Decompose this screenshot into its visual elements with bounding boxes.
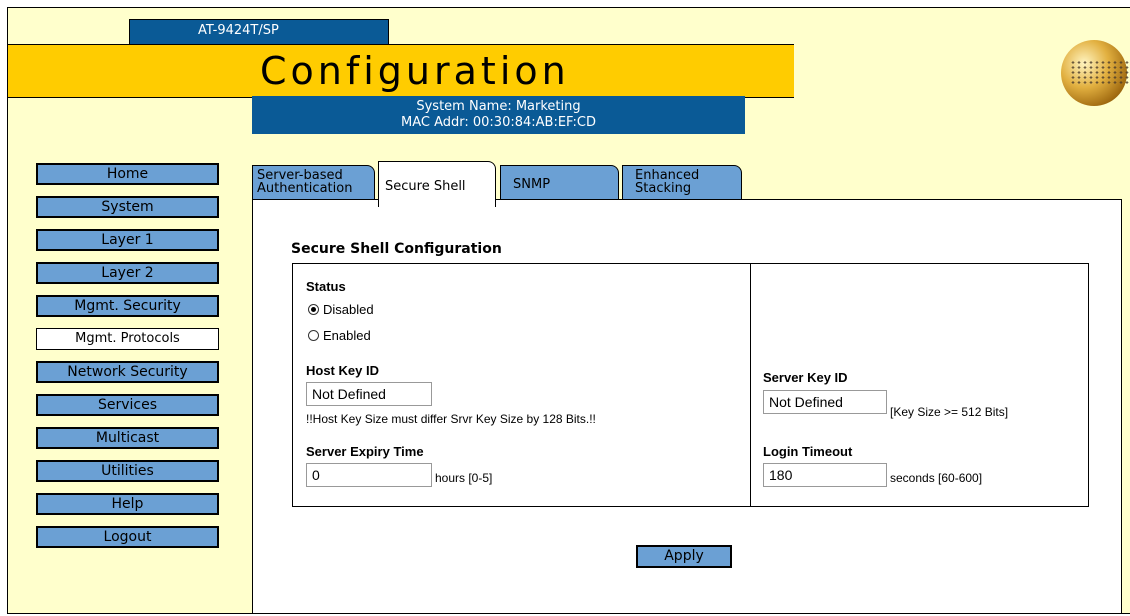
nav-system-button[interactable]: System [36,196,219,218]
radio-label: Enabled [323,328,371,343]
server-expiry-unit: hours [0-5] [435,471,493,485]
header-banner: Configuration [8,44,794,98]
host-key-note: !!Host Key Size must differ Srvr Key Siz… [306,412,596,426]
sidebar-nav: Home System Layer 1 Layer 2 Mgmt. Securi… [36,163,219,559]
server-expiry-label: Server Expiry Time [306,444,424,459]
system-name: System Name: Marketing [416,99,581,114]
host-key-label: Host Key ID [306,363,379,378]
page-title: Configuration [260,49,570,93]
tab-label-line2: Stacking [635,181,692,196]
login-timeout-field[interactable]: 180 [763,463,887,487]
tab-label: Secure Shell [385,179,466,194]
radio-checked-icon[interactable] [308,304,319,315]
globe-pattern [1070,60,1130,86]
server-key-note: [Key Size >= 512 Bits] [890,405,1009,419]
login-timeout-label: Login Timeout [763,444,853,459]
status-disabled-option[interactable]: Disabled [308,302,374,317]
server-key-field[interactable]: Not Defined [763,390,887,414]
content-panel: Secure Shell Configuration Status Disabl… [252,199,1122,613]
host-key-field[interactable]: Not Defined [306,382,432,406]
apply-button[interactable]: Apply [636,545,732,568]
nav-home-button[interactable]: Home [36,163,219,185]
config-box: Status Disabled Enabled Host Key ID Not … [292,263,1089,507]
login-timeout-unit: seconds [60-600] [890,471,983,485]
tab-secure-shell[interactable]: Secure Shell [378,161,496,207]
tab-label: SNMP [513,177,551,192]
nav-services-button[interactable]: Services [36,394,219,416]
nav-layer2-button[interactable]: Layer 2 [36,262,219,284]
mac-address: MAC Addr: 00:30:84:AB:EF:CD [401,115,596,130]
page-frame: AT-9424T/SP Configuration System Name: M… [7,7,1130,614]
radio-unchecked-icon[interactable] [308,330,319,341]
section-title: Secure Shell Configuration [291,241,502,257]
server-key-label: Server Key ID [763,370,848,385]
nav-multicast-button[interactable]: Multicast [36,427,219,449]
tab-label-line2: Authentication [257,181,353,196]
column-divider [750,264,751,506]
nav-utilities-button[interactable]: Utilities [36,460,219,482]
status-enabled-option[interactable]: Enabled [308,328,371,343]
nav-network-security-button[interactable]: Network Security [36,361,219,383]
system-info-panel: System Name: Marketing MAC Addr: 00:30:8… [252,96,745,134]
server-expiry-field[interactable]: 0 [306,463,432,487]
status-label: Status [306,279,346,294]
nav-help-button[interactable]: Help [36,493,219,515]
nav-logout-button[interactable]: Logout [36,526,219,548]
radio-label: Disabled [323,302,374,317]
nav-mgmt-security-button[interactable]: Mgmt. Security [36,295,219,317]
nav-mgmt-protocols-button[interactable]: Mgmt. Protocols [36,328,219,350]
nav-layer1-button[interactable]: Layer 1 [36,229,219,251]
